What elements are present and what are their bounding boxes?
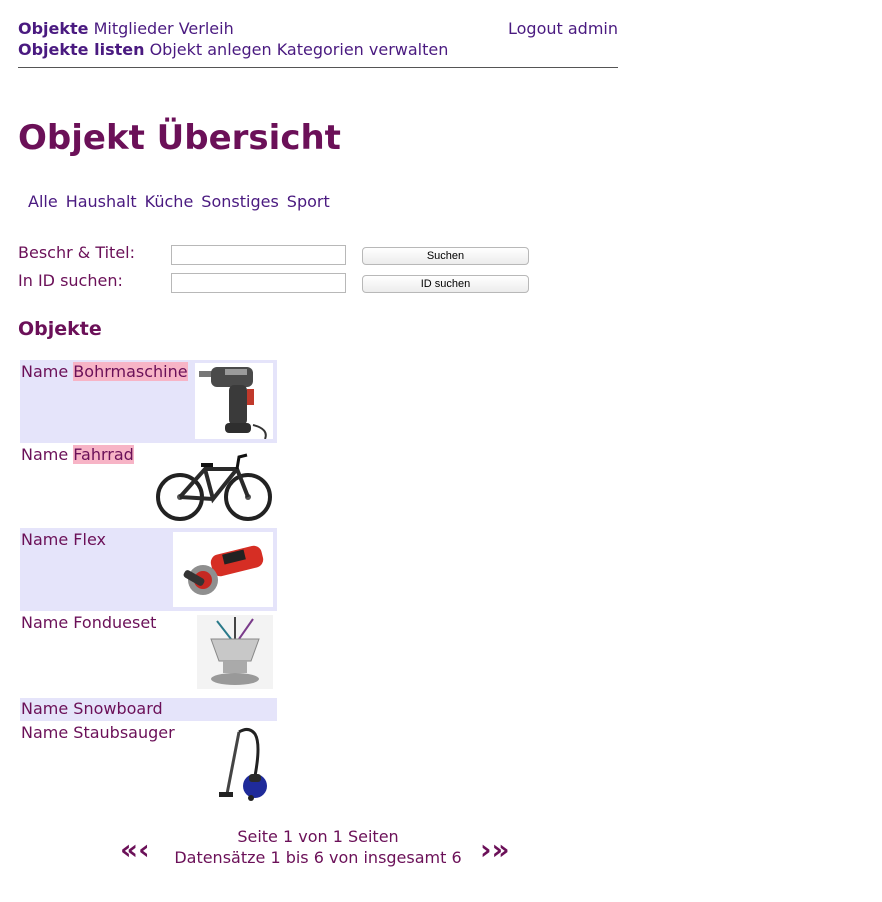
subnav-objekte-listen[interactable]: Objekte listen xyxy=(18,40,144,59)
title-search-input[interactable] xyxy=(171,245,346,265)
vacuum-cleaner-image[interactable] xyxy=(215,724,273,802)
object-name[interactable]: Snowboard xyxy=(73,699,162,718)
list-item[interactable]: Name Flex xyxy=(20,528,277,611)
category-sonstiges[interactable]: Sonstiges xyxy=(201,192,278,211)
object-label: Name Staubsauger xyxy=(21,723,175,742)
page-title: Objekt Übersicht xyxy=(18,118,341,158)
category-sport[interactable]: Sport xyxy=(287,192,330,211)
drill-image[interactable] xyxy=(195,363,273,440)
sub-nav: Objekte listen Objekt anlegen Kategorien… xyxy=(18,39,448,60)
search-button[interactable]: Suchen xyxy=(362,247,529,265)
list-item[interactable]: Name Snowboard xyxy=(20,698,277,721)
object-label: Name Fondueset xyxy=(21,613,157,632)
next-page-icon[interactable]: ›» xyxy=(480,836,510,864)
list-item[interactable]: Name Bohrmaschine xyxy=(20,360,277,443)
title-search-label: Beschr & Titel: xyxy=(18,243,135,262)
header-divider xyxy=(18,67,618,68)
bicycle-image[interactable] xyxy=(155,447,273,523)
object-label: Name Flex xyxy=(21,530,106,549)
nav-mitglieder[interactable]: Mitglieder xyxy=(94,19,174,38)
subnav-objekt-anlegen[interactable]: Objekt anlegen xyxy=(150,40,272,59)
object-name[interactable]: Staubsauger xyxy=(73,723,174,742)
record-info: Datensätze 1 bis 6 von insgesamt 6 xyxy=(174,848,462,867)
list-item[interactable]: Name Fondueset xyxy=(20,611,277,698)
subnav-kategorien-verwalten[interactable]: Kategorien verwalten xyxy=(277,40,449,59)
id-search-input[interactable] xyxy=(171,273,346,293)
id-search-button[interactable]: ID suchen xyxy=(362,275,529,293)
fondue-set-image[interactable] xyxy=(197,615,273,689)
object-label: Name Fahrrad xyxy=(21,445,134,464)
object-label: Name Snowboard xyxy=(21,699,163,718)
category-filter: Alle Haushalt Küche Sonstiges Sport xyxy=(28,191,338,213)
category-kueche[interactable]: Küche xyxy=(145,192,194,211)
objects-section-title: Objekte xyxy=(18,318,102,340)
object-list: Name Bohrmaschine Name Fahrrad Name Flex… xyxy=(20,360,277,806)
object-name[interactable]: Flex xyxy=(73,530,106,549)
list-item[interactable]: Name Staubsauger xyxy=(20,721,277,806)
object-name[interactable]: Fahrrad xyxy=(73,445,134,464)
angle-grinder-image[interactable] xyxy=(173,532,273,607)
object-name[interactable]: Fondueset xyxy=(73,613,156,632)
object-label: Name Bohrmaschine xyxy=(21,362,188,381)
object-name[interactable]: Bohrmaschine xyxy=(73,362,188,381)
nav-verleih[interactable]: Verleih xyxy=(179,19,234,38)
category-alle[interactable]: Alle xyxy=(28,192,58,211)
nav-objekte[interactable]: Objekte xyxy=(18,19,89,38)
list-item[interactable]: Name Fahrrad xyxy=(20,443,277,528)
page-info: Seite 1 von 1 Seiten xyxy=(237,827,399,846)
category-haushalt[interactable]: Haushalt xyxy=(66,192,137,211)
main-nav: Objekte Mitglieder Verleih xyxy=(18,18,234,39)
previous-page-icon[interactable]: «‹ xyxy=(120,836,150,864)
logout-link[interactable]: Logout admin xyxy=(508,18,618,39)
id-search-label: In ID suchen: xyxy=(18,271,123,290)
